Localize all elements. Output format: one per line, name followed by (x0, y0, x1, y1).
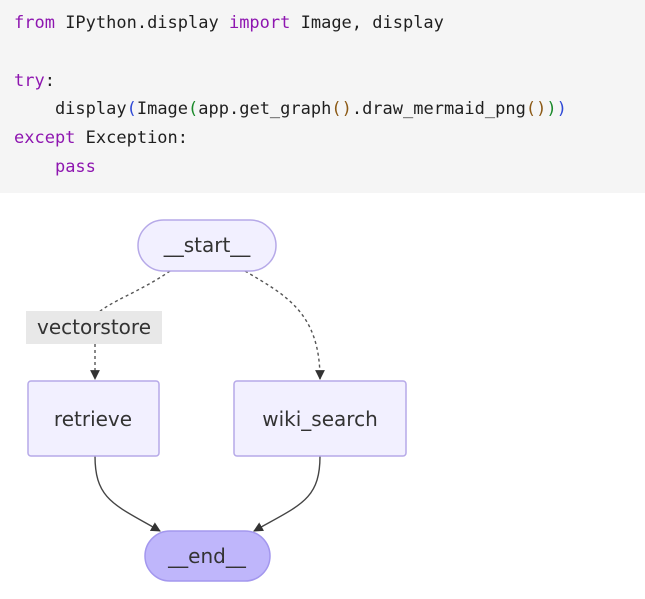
paren-pair-2: () (525, 99, 547, 120)
draw-method: .draw_mermaid_png (351, 99, 526, 120)
edge-start-to-wiki-search (244, 270, 325, 380)
exception-clause: Exception: (75, 128, 189, 149)
imported-names: Image, display (290, 13, 444, 33)
edge-start-to-retrieve (95, 270, 171, 316)
get-graph-call: app.get_graph (198, 99, 332, 120)
paren-pair-1: () (331, 99, 352, 120)
edge-wiki-search-to-end (253, 455, 321, 532)
node-start-label: __start__ (163, 233, 252, 257)
node-wiki-search-label: wiki_search (262, 407, 378, 431)
code-line-4: display(Image(app.get_graph().draw_merma… (14, 95, 645, 124)
edge-label-vectorstore: vectorstore (37, 315, 151, 339)
code-line-5: except Exception: (14, 124, 645, 153)
keyword-try: try (14, 70, 45, 91)
paren-open-2: ( (188, 99, 199, 120)
edge-retrieve-to-end (94, 455, 161, 532)
paren-open-1: ( (126, 99, 137, 120)
paren-close-1: ) (556, 99, 567, 120)
code-line-1: from IPython.display import Image, displ… (14, 9, 645, 38)
module-name: IPython.display (54, 13, 229, 33)
paren-close-2: ) (546, 99, 557, 120)
code-line-6: pass (14, 153, 645, 182)
keyword-except: except (14, 128, 76, 149)
graph-output: vectorstore __start__ retrieve wiki_sear… (0, 193, 645, 595)
keyword-import: import (228, 13, 291, 33)
keyword-from: from (14, 13, 55, 33)
try-colon: : (44, 70, 55, 91)
node-end-label: __end__ (167, 544, 247, 568)
node-retrieve-label: retrieve (54, 407, 132, 431)
keyword-pass: pass (54, 156, 96, 177)
code-cell[interactable]: from IPython.display import Image, displ… (0, 0, 645, 193)
image-call: Image (136, 99, 189, 120)
code-line-3: try: (14, 67, 645, 96)
display-call: display (14, 99, 127, 120)
graph-diagram: vectorstore __start__ retrieve wiki_sear… (26, 219, 407, 582)
